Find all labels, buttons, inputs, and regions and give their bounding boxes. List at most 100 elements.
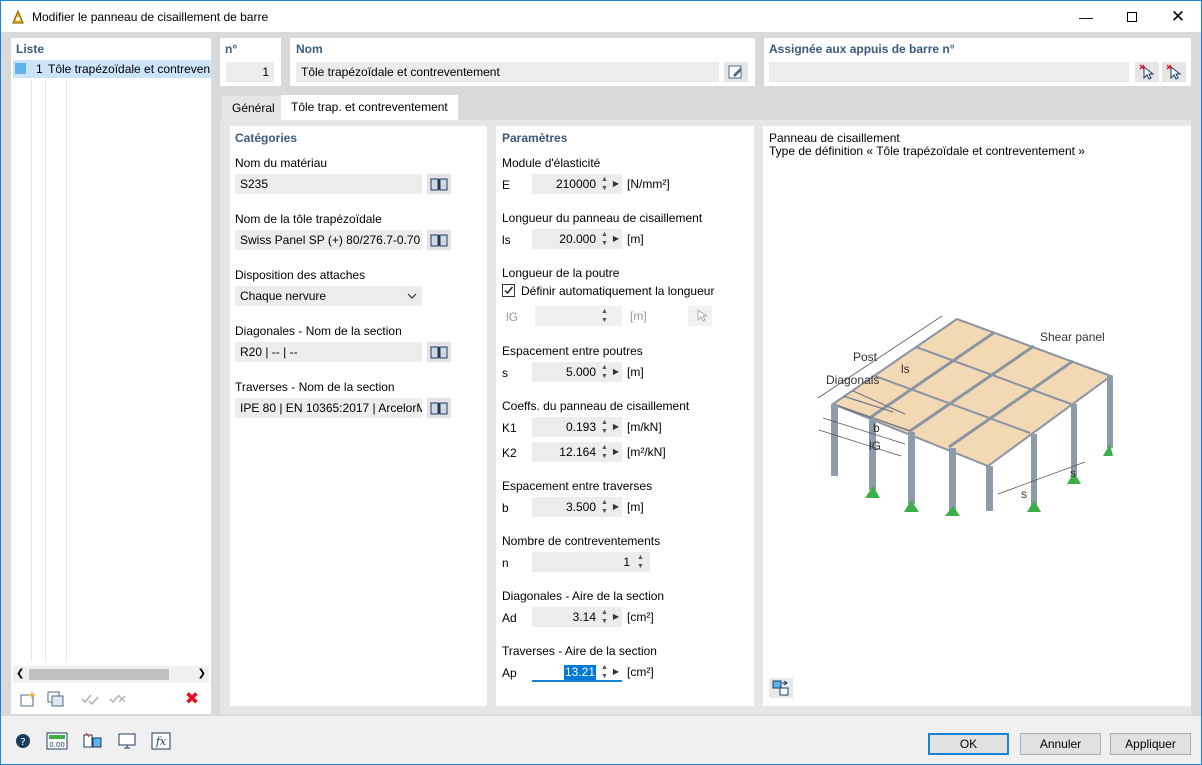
ok-button[interactable]: OK bbox=[928, 733, 1009, 755]
minimize-button[interactable]: — bbox=[1063, 1, 1109, 32]
svg-text:0.00: 0.00 bbox=[49, 741, 65, 749]
spin-icon[interactable]: ▲ ▼ bbox=[600, 229, 609, 249]
select-supports-button[interactable] bbox=[1135, 62, 1159, 82]
dialog-body: Liste 1 Tôle trapézoïdale et contrevente… bbox=[0, 32, 1202, 765]
list-panel: Liste 1 Tôle trapézoïdale et contrevente… bbox=[11, 38, 211, 714]
arrow-right-icon[interactable]: ▶ bbox=[611, 497, 621, 517]
fastening-label: Disposition des attaches bbox=[235, 268, 366, 282]
display-button[interactable] bbox=[115, 730, 139, 752]
arrow-right-icon[interactable]: ▶ bbox=[611, 417, 621, 437]
number-panel: n° 1 bbox=[220, 38, 281, 86]
number-field[interactable]: 1 bbox=[226, 62, 274, 82]
check-button[interactable] bbox=[78, 688, 102, 710]
help-button[interactable]: ? bbox=[11, 730, 35, 752]
spin-icon[interactable]: ▲ ▼ bbox=[600, 442, 609, 462]
edit-name-button[interactable] bbox=[724, 62, 748, 82]
tab-trapezoidal[interactable]: Tôle trap. et contreventement bbox=[281, 95, 458, 121]
cancel-button[interactable]: Annuler bbox=[1020, 733, 1101, 755]
apply-button[interactable]: Appliquer bbox=[1110, 733, 1191, 755]
arrow-right-icon[interactable]: ▶ bbox=[611, 607, 621, 627]
label-diagonals: Diagonals bbox=[826, 373, 880, 387]
elastic-input[interactable]: 210000 ▲ ▼ ▶ bbox=[532, 174, 622, 194]
beam-pick-button[interactable] bbox=[688, 306, 712, 326]
material-library-button[interactable] bbox=[427, 174, 451, 194]
categories-header: Catégories bbox=[235, 131, 298, 145]
cursor-select-icon bbox=[1139, 64, 1155, 80]
title-bar: Modifier le panneau de cisaillement de b… bbox=[0, 0, 1202, 32]
length-unit: [m] bbox=[627, 232, 644, 246]
uncheck-button[interactable] bbox=[106, 688, 130, 710]
scroll-thumb[interactable] bbox=[29, 669, 169, 680]
delete-button[interactable]: ✖ bbox=[180, 688, 204, 710]
info-button[interactable] bbox=[81, 730, 105, 752]
new-icon bbox=[20, 691, 36, 707]
elastic-unit: [N/mm²] bbox=[627, 177, 670, 191]
list-item-label: Tôle trapézoïdale et contrevente bbox=[48, 62, 210, 76]
spin-icon[interactable]: ▲ ▼ bbox=[636, 552, 645, 572]
spin-icon[interactable]: ▲ ▼ bbox=[600, 362, 609, 382]
beam-label: Longueur de la poutre bbox=[502, 266, 620, 280]
material-field[interactable]: S235 bbox=[235, 174, 422, 194]
assigned-field[interactable] bbox=[769, 62, 1129, 82]
units-button[interactable]: 0.00 bbox=[45, 730, 69, 752]
function-icon: fx bbox=[151, 732, 171, 750]
name-panel: Nom Tôle trapézoïdale et contreventement bbox=[290, 38, 755, 86]
maximize-button[interactable] bbox=[1109, 1, 1155, 32]
bracing-input[interactable]: 1 ▲ ▼ bbox=[532, 552, 650, 572]
chevron-down-icon bbox=[407, 293, 417, 299]
trav-spacing-input[interactable]: 3.500 ▲ ▼ ▶ bbox=[532, 497, 622, 517]
spin-icon[interactable]: ▲ ▼ bbox=[600, 662, 609, 682]
function-button[interactable]: fx bbox=[149, 730, 173, 752]
figure-title: Panneau de cisaillement bbox=[769, 131, 900, 145]
copy-item-button[interactable] bbox=[44, 688, 68, 710]
trav-area-input[interactable]: 13.21 ▲ ▼ ▶ bbox=[532, 662, 622, 682]
arrow-right-icon[interactable]: ▶ bbox=[611, 662, 621, 682]
arrow-right-icon[interactable]: ▶ bbox=[611, 362, 621, 382]
new-item-button[interactable] bbox=[16, 688, 40, 710]
spin-icon[interactable]: ▲ ▼ bbox=[600, 607, 609, 627]
dialog-frame: Liste 1 Tôle trapézoïdale et contrevente… bbox=[1, 32, 1201, 716]
length-input[interactable]: 20.000 ▲ ▼ ▶ bbox=[532, 229, 622, 249]
diag-area-input[interactable]: 3.14 ▲ ▼ ▶ bbox=[532, 607, 622, 627]
fastening-select[interactable]: Chaque nervure bbox=[235, 286, 422, 306]
spin-icon[interactable]: ▲ ▼ bbox=[600, 174, 609, 194]
figure-options-button[interactable] bbox=[769, 678, 793, 698]
trav-library-button[interactable] bbox=[427, 398, 451, 418]
k2-input[interactable]: 12.164 ▲ ▼ ▶ bbox=[532, 442, 622, 462]
arrow-right-icon[interactable]: ▶ bbox=[611, 174, 621, 194]
diag-library-button[interactable] bbox=[427, 342, 451, 362]
trav-spacing-label: Espacement entre traverses bbox=[502, 479, 653, 493]
auto-length-checkbox[interactable] bbox=[502, 284, 515, 297]
k1-unit: [m/kN] bbox=[627, 420, 662, 434]
k1-input[interactable]: 0.193 ▲ ▼ ▶ bbox=[532, 417, 622, 437]
fastening-value: Chaque nervure bbox=[240, 289, 327, 303]
close-window-button[interactable]: ✕ bbox=[1155, 1, 1201, 32]
spin-icon[interactable]: ▲ ▼ bbox=[600, 497, 609, 517]
horizontal-scrollbar[interactable]: ❮ ❯ bbox=[13, 666, 209, 683]
spacing-input[interactable]: 5.000 ▲ ▼ ▶ bbox=[532, 362, 622, 382]
figure-panel: Panneau de cisaillement Type de définiti… bbox=[763, 126, 1191, 706]
label-post: Post bbox=[853, 350, 878, 364]
trav-section-field[interactable]: IPE 80 | EN 10365:2017 | ArcelorMittal bbox=[235, 398, 422, 418]
spin-icon[interactable]: ▲ ▼ bbox=[600, 417, 609, 437]
arrow-right-icon[interactable]: ▶ bbox=[611, 442, 621, 462]
diag-section-label: Diagonales - Nom de la section bbox=[235, 324, 402, 338]
tab-general[interactable]: Général bbox=[222, 96, 285, 120]
trav-section-label: Traverses - Nom de la section bbox=[235, 380, 395, 394]
diag-section-field[interactable]: R20 | -- | -- bbox=[235, 342, 422, 362]
figure-subtitle: Type de définition « Tôle trapézoïdale e… bbox=[769, 144, 1085, 158]
sheet-library-button[interactable] bbox=[427, 230, 451, 250]
arrow-right-icon[interactable]: ▶ bbox=[611, 229, 621, 249]
pick-supports-button[interactable] bbox=[1162, 62, 1186, 82]
help-icon: ? bbox=[16, 734, 30, 748]
list-item[interactable]: 1 Tôle trapézoïdale et contrevente bbox=[13, 60, 211, 78]
number-label: n° bbox=[225, 42, 238, 56]
monitor-icon bbox=[118, 733, 136, 749]
beam-input[interactable]: ▲ ▼ bbox=[535, 306, 622, 326]
label-ls: ls bbox=[901, 362, 910, 376]
sheet-label: Nom de la tôle trapézoïdale bbox=[235, 212, 382, 226]
sheet-field[interactable]: Swiss Panel SP (+) 80/276.7-0.70 (b: 1) bbox=[235, 230, 422, 250]
name-field[interactable]: Tôle trapézoïdale et contreventement bbox=[296, 62, 719, 82]
svg-text:fx: fx bbox=[155, 735, 167, 748]
length-symbol: ls bbox=[502, 233, 511, 247]
